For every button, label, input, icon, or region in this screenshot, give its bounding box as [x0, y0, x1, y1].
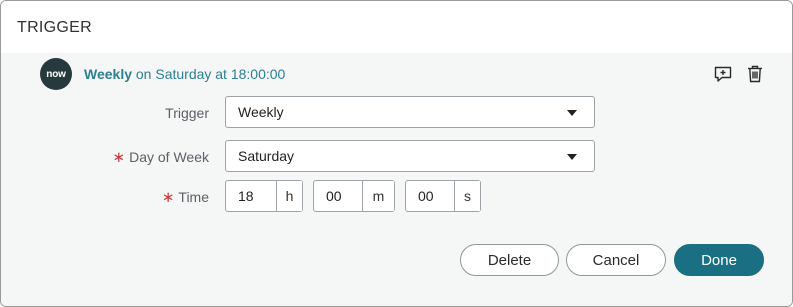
hours-field[interactable]: 18 h — [225, 180, 303, 212]
done-button[interactable]: Done — [674, 244, 764, 276]
add-comment-icon[interactable] — [713, 64, 733, 84]
panel-body — [1, 53, 792, 306]
summary-frequency: Weekly — [84, 66, 132, 82]
day-of-week-select[interactable]: Saturday — [225, 140, 595, 172]
day-of-week-select-value: Saturday — [238, 148, 295, 164]
required-asterisk: ∗ — [161, 189, 175, 206]
panel-title: TRIGGER — [17, 19, 92, 36]
time-label: ∗ Time — [162, 188, 209, 206]
minutes-unit: m — [362, 181, 394, 211]
servicenow-logo: now — [40, 58, 72, 90]
time-label-text: Time — [178, 189, 209, 205]
trigger-select[interactable]: Weekly — [225, 96, 595, 128]
cancel-button[interactable]: Cancel — [566, 244, 666, 276]
panel-header: TRIGGER — [1, 1, 792, 53]
trigger-summary: Weekly on Saturday at 18:00:00 — [84, 66, 285, 82]
day-of-week-label: ∗ Day of Week — [113, 148, 209, 166]
day-of-week-label-text: Day of Week — [129, 149, 209, 165]
seconds-field[interactable]: 00 s — [405, 180, 481, 212]
chevron-down-icon — [567, 154, 577, 160]
seconds-unit: s — [454, 181, 480, 211]
seconds-input[interactable]: 00 — [406, 181, 454, 211]
trigger-label: Trigger — [165, 105, 209, 121]
hours-unit: h — [276, 181, 302, 211]
delete-button[interactable]: Delete — [460, 244, 559, 276]
minutes-field[interactable]: 00 m — [313, 180, 395, 212]
trigger-select-value: Weekly — [238, 104, 284, 120]
summary-detail: on Saturday at 18:00:00 — [132, 66, 286, 82]
logo-text: now — [46, 68, 66, 80]
required-asterisk: ∗ — [112, 149, 126, 166]
trash-icon[interactable] — [745, 64, 765, 84]
chevron-down-icon — [567, 110, 577, 116]
minutes-input[interactable]: 00 — [314, 181, 362, 211]
hours-input[interactable]: 18 — [226, 181, 276, 211]
